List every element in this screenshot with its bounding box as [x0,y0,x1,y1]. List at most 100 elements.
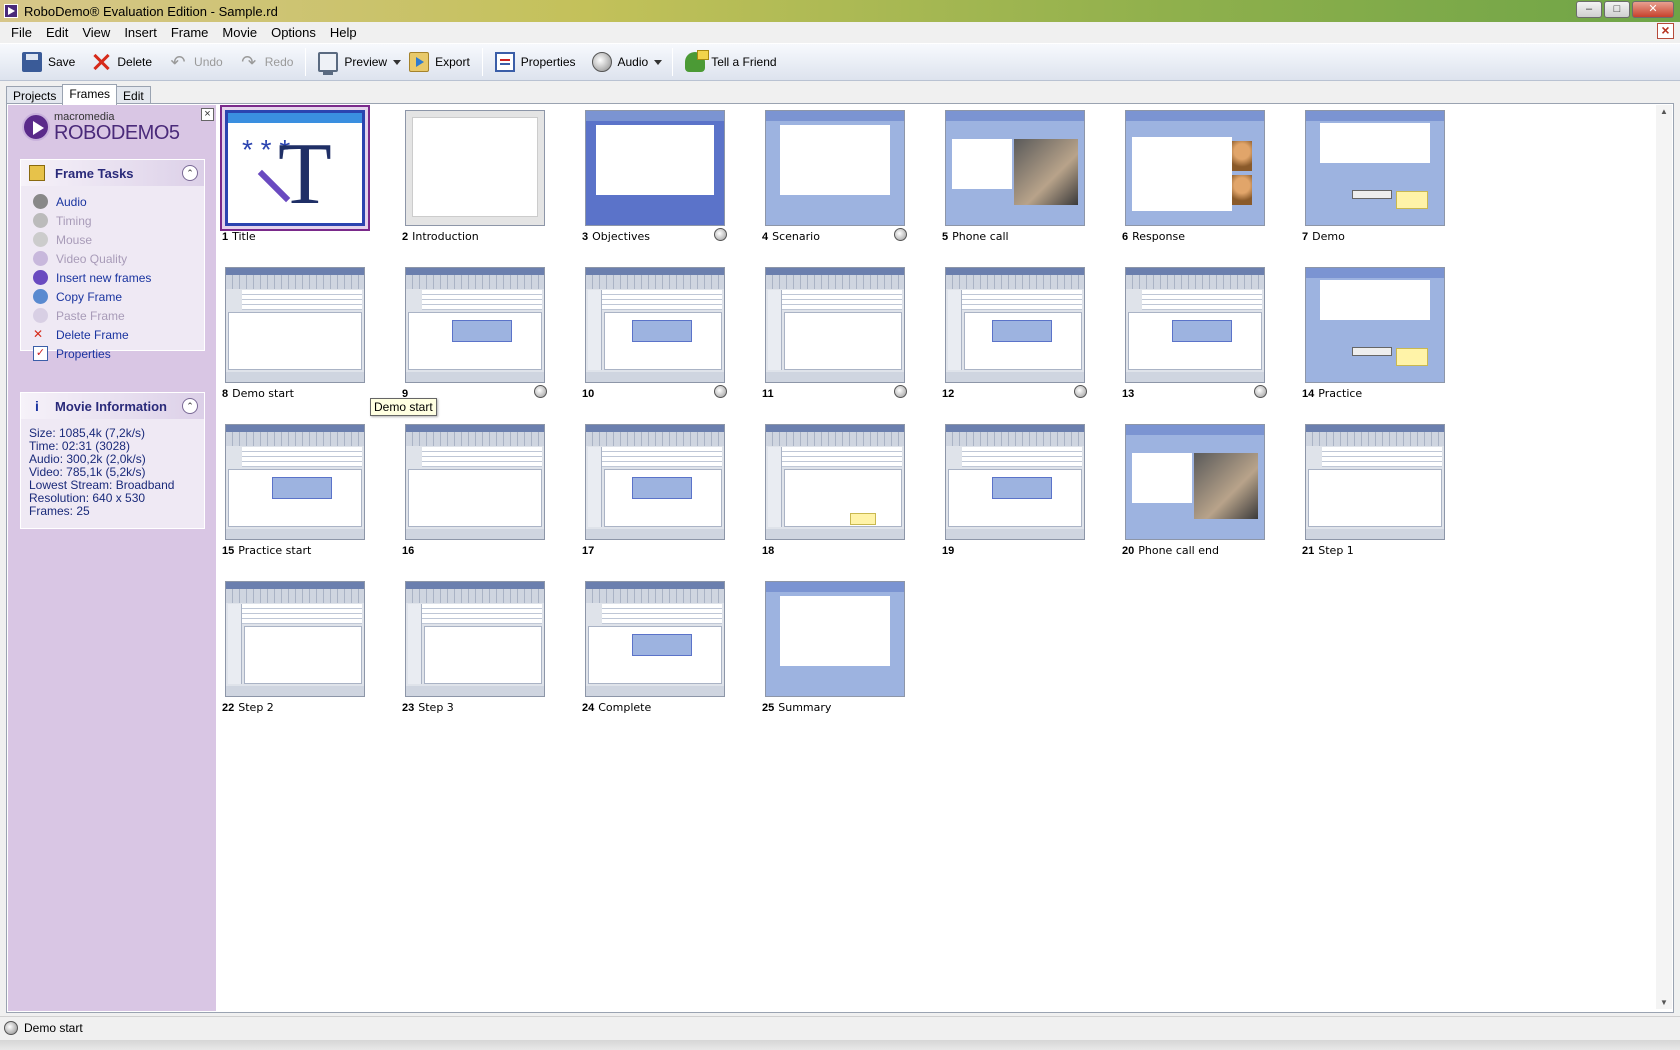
frame-name: Response [1132,230,1185,243]
frame-thumbnail-16[interactable]: 16 [398,419,578,569]
robodemo-logo: macromedia ROBODEMO5 [22,109,180,145]
properties-icon [494,52,515,72]
thumb-part [408,604,422,684]
frame-thumbnail-20[interactable]: 20 Phone call end [1118,419,1298,569]
thumb-part [1126,425,1264,435]
frame-thumbnail-7[interactable]: 7 Demo [1298,105,1478,255]
frame-thumbnail-15[interactable]: 15 Practice start [218,419,398,569]
properties-button[interactable]: Properties [487,47,584,77]
frame-thumbnail-1[interactable]: * * * T 1 Title [218,105,398,255]
frame-thumbnail-14[interactable]: 14 Practice [1298,262,1478,412]
minimize-button[interactable]: – [1576,1,1602,18]
thumb-part [962,447,1082,467]
audio-button[interactable]: Audio [584,47,657,77]
frame-thumbnail-8[interactable]: 8 Demo start [218,262,398,412]
collapse-icon[interactable]: ⌃ [182,165,198,181]
thumb-part [780,596,890,666]
thumbnail-frame [1122,107,1268,229]
menu-options[interactable]: Options [264,25,323,40]
frame-thumbnail-24[interactable]: 24 Complete [578,576,758,726]
menu-help[interactable]: Help [323,25,364,40]
frame-label: 10 [582,387,598,400]
menu-insert[interactable]: Insert [117,25,164,40]
app-icon[interactable] [4,4,18,18]
frame-thumbnail-10[interactable]: 10 [578,262,758,412]
task-copy-frame[interactable]: Copy Frame [33,287,204,306]
thumbnail-frame [402,421,548,543]
thumbnail-frame [1122,264,1268,386]
task-video-quality[interactable]: Video Quality [33,249,204,268]
movie-info-header[interactable]: i Movie Information ⌃ [21,393,204,419]
frame-number: 5 [942,231,949,243]
redo-button[interactable]: ↷ Redo [231,47,302,77]
frame-thumbnail-23[interactable]: 23 Step 3 [398,576,578,726]
frame-tasks-header[interactable]: Frame Tasks ⌃ [21,160,204,186]
tell-a-friend-button[interactable]: Tell a Friend [677,47,784,77]
audio-dropdown-icon[interactable] [654,59,663,65]
thumb-part [946,432,1084,446]
frame-thumbnail-21[interactable]: 21 Step 1 [1298,419,1478,569]
task-properties[interactable]: ✓ Properties [33,344,204,363]
timing-icon [33,213,48,228]
save-button[interactable]: Save [14,47,83,77]
delete-button[interactable]: Delete [83,47,160,77]
thumbnail-frame [402,107,548,229]
thumb-part [766,111,904,121]
task-paste-frame[interactable]: Paste Frame [33,306,204,325]
collapse-icon[interactable]: ⌃ [182,398,198,414]
frame-label: 2 Introduction [402,230,479,243]
frame-thumbnail-13[interactable]: 13 [1118,262,1298,412]
audio-icon [894,228,907,241]
movie-info-panel: i Movie Information ⌃ Size: 1085,4k (7,2… [20,392,205,529]
menu-file[interactable]: File [4,25,39,40]
frame-number: 14 [1302,388,1315,400]
menu-frame[interactable]: Frame [164,25,216,40]
tab-frames[interactable]: Frames [62,84,118,105]
logo-icon [22,113,50,141]
thumb-part [586,529,724,539]
export-button[interactable]: Export [401,47,478,77]
preview-dropdown-icon[interactable] [393,59,402,65]
thumb-part [588,447,602,527]
frame-thumbnail-25[interactable]: 25 Summary [758,576,938,726]
movie-info-title: Movie Information [55,398,167,414]
thumb-part [946,268,1084,275]
frame-thumbnail-12[interactable]: 12 [938,262,1118,412]
frame-thumbnail-19[interactable]: 19 [938,419,1118,569]
frame-thumbnail-5[interactable]: 5 Phone call [938,105,1118,255]
close-button[interactable]: ✕ [1632,1,1674,18]
thumb-part [586,268,724,275]
frame-number: 1 [222,231,229,243]
task-insert-new-frames[interactable]: Insert new frames [33,268,204,287]
frame-thumbnail-6[interactable]: 6 Response [1118,105,1298,255]
thumb-part [412,117,538,217]
preview-icon [318,52,339,75]
menu-edit[interactable]: Edit [39,25,75,40]
undo-button[interactable]: ↶ Undo [160,47,231,77]
document-close-icon[interactable]: × [1657,23,1674,39]
thumb-part [226,529,364,539]
vertical-scrollbar[interactable] [1656,105,1672,1009]
frame-thumbnail-9[interactable]: 9 [398,262,578,412]
frame-thumbnail-18[interactable]: 18 [758,419,938,569]
maximize-button[interactable]: □ [1604,1,1630,18]
frame-thumbnail-22[interactable]: 22 Step 2 [218,576,398,726]
menu-view[interactable]: View [75,25,117,40]
frame-thumbnail-3[interactable]: 3 Objectives [578,105,758,255]
frame-thumbnail-2[interactable]: 2 Introduction [398,105,578,255]
frame-thumbnail-17[interactable]: 17 [578,419,758,569]
sidebar-close-icon[interactable]: × [201,108,214,121]
thumb-part [406,275,544,289]
frame-thumbnail-11[interactable]: 11 [758,262,938,412]
thumbnail-frame [582,107,728,229]
thumbnail-frame [582,578,728,700]
task-label: Paste Frame [56,308,125,323]
preview-button[interactable]: Preview [310,47,395,77]
menu-movie[interactable]: Movie [215,25,264,40]
task-timing[interactable]: Timing [33,211,204,230]
task-mouse[interactable]: Mouse [33,230,204,249]
task-delete-frame[interactable]: ✕ Delete Frame [33,325,204,344]
task-audio[interactable]: Audio [33,192,204,211]
frame-thumbnail-4[interactable]: 4 Scenario [758,105,938,255]
thumb-part [768,290,782,370]
